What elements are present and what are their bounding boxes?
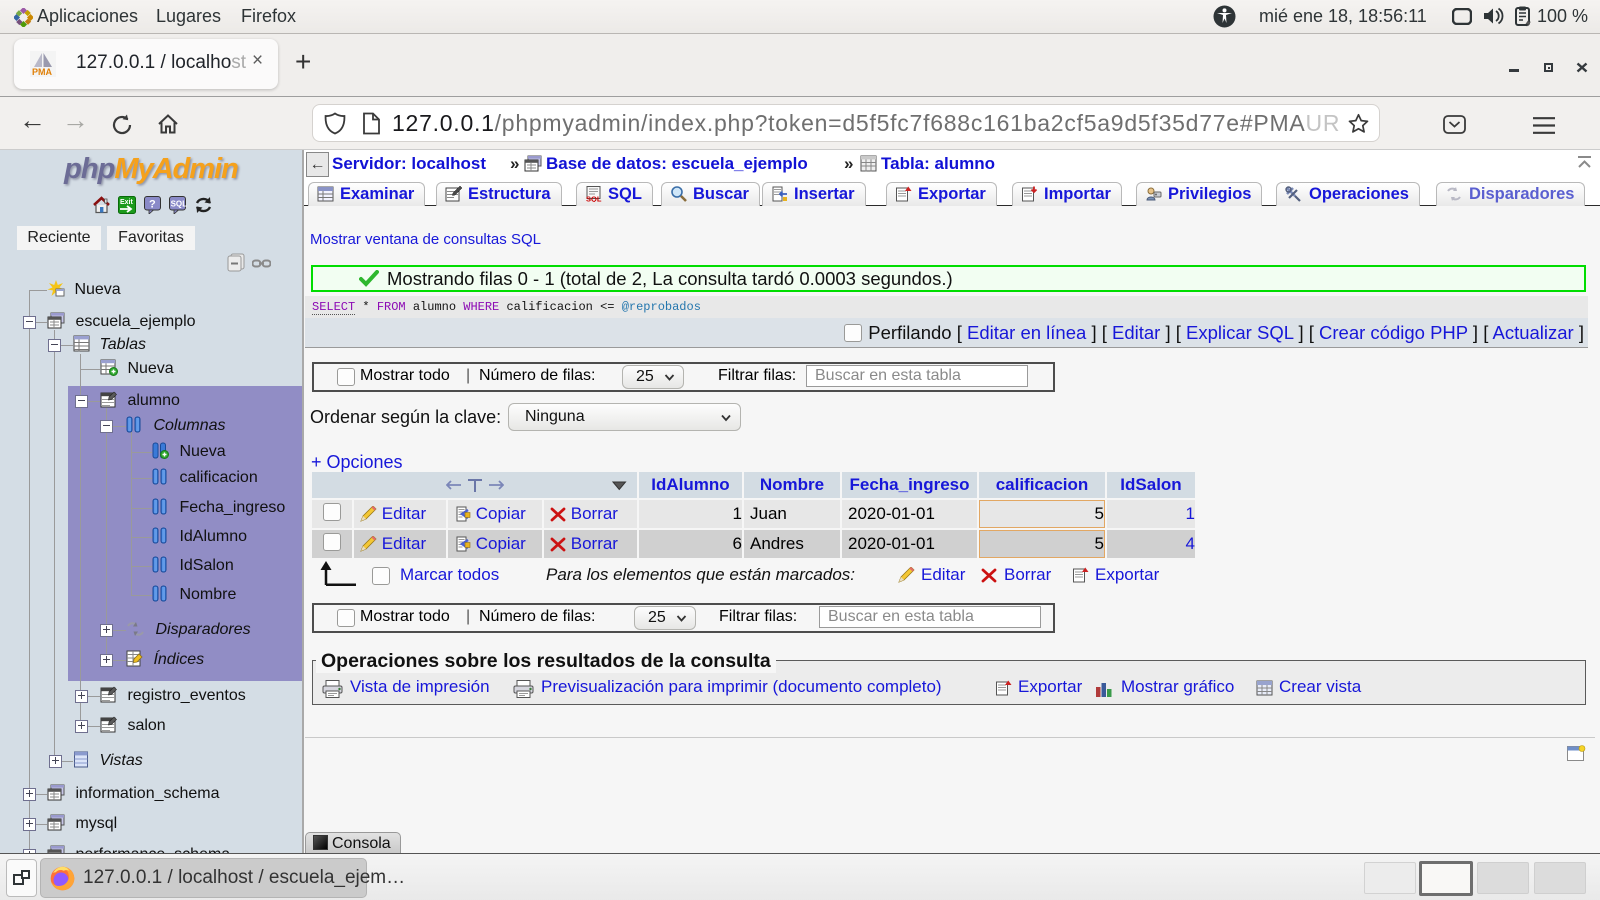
- svg-text:PMA: PMA: [32, 67, 53, 77]
- svg-text:?: ?: [149, 199, 156, 211]
- svg-text:SQL: SQL: [171, 200, 187, 209]
- svg-text:Exit: Exit: [120, 199, 134, 206]
- svg-text:SQL: SQL: [586, 195, 602, 203]
